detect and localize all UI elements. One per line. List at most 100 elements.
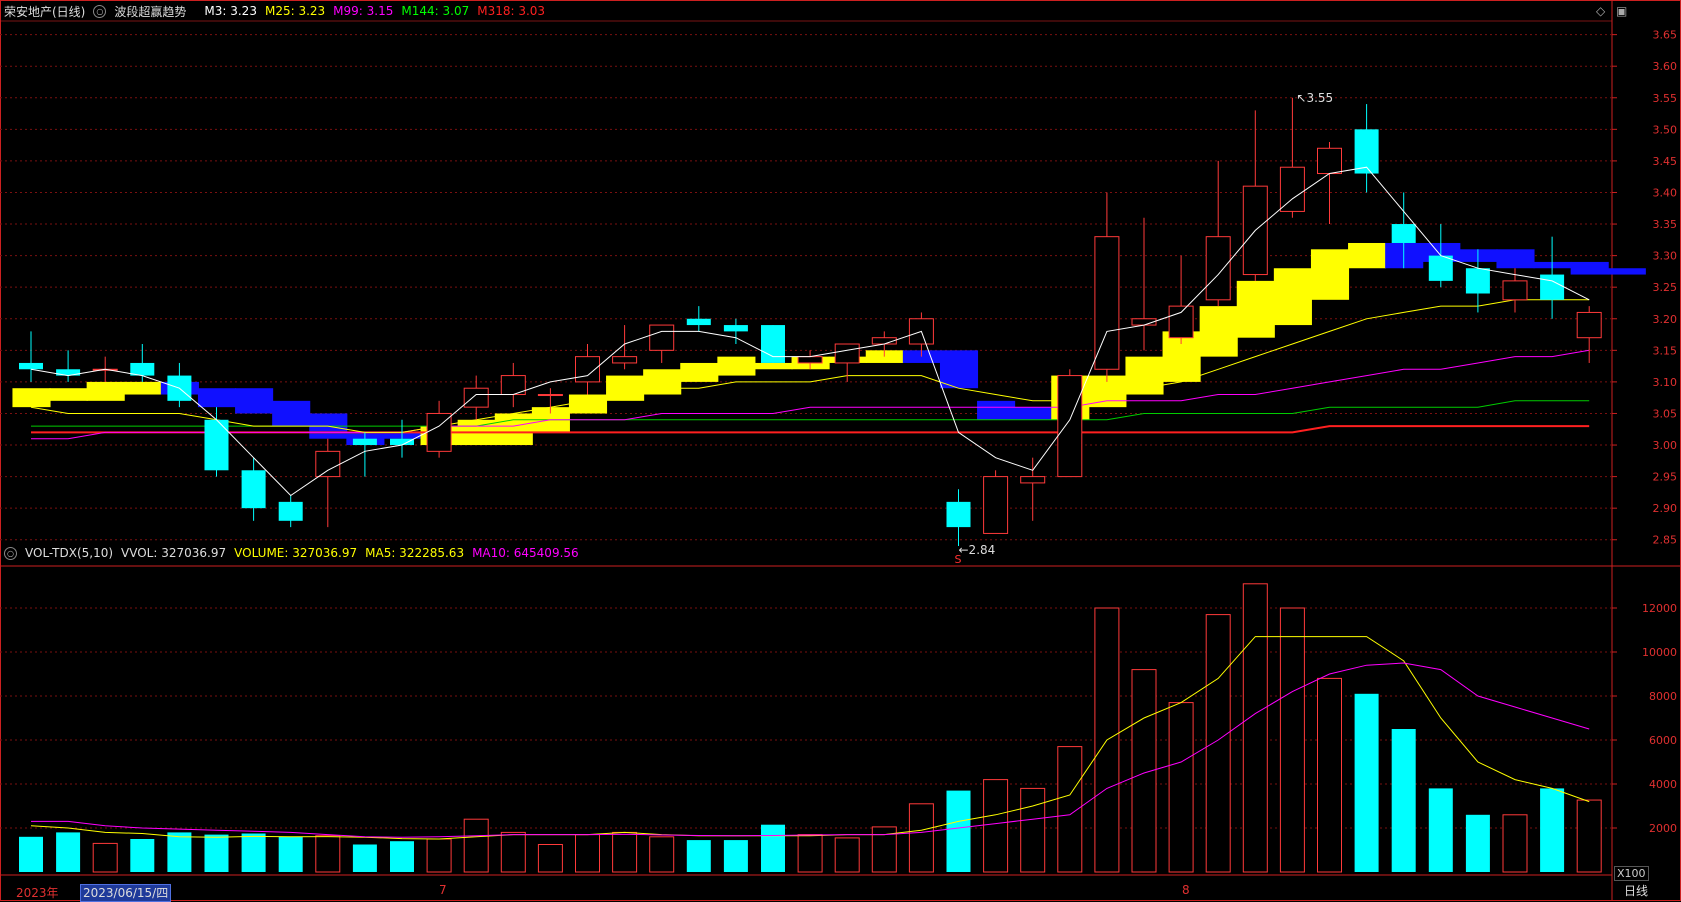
candle-body: [612, 356, 638, 364]
candle-body: [649, 324, 675, 351]
volume-bar: [500, 831, 526, 873]
volume-bar: [1540, 788, 1565, 872]
volume-bar: [1391, 729, 1416, 872]
volume-bar: [834, 837, 860, 873]
trend-band-segment: [494, 413, 533, 446]
trend-band-segment: [86, 381, 125, 401]
trend-band-segment: [680, 362, 719, 382]
chart-window: 2.85 2.90 2.95 3.00 3.05 3.10 3.15 3.20 3.25 3.30…: [0, 0, 1681, 902]
price-tick-label: 3.25: [1653, 281, 1678, 294]
candle-body: [390, 438, 414, 446]
volume-bar: [723, 840, 748, 872]
sell-signal-marker: S: [955, 553, 962, 566]
candle-body: [463, 387, 489, 408]
candle-body: [19, 362, 43, 370]
legend-m99: M99: 3.15: [333, 4, 394, 18]
price-tick-label: 3.65: [1653, 29, 1678, 42]
trend-band-segment: [1496, 249, 1535, 269]
volume-tick-label: 8000: [1649, 690, 1677, 703]
price-tick-label: 3.45: [1653, 155, 1678, 168]
trend-band-segment: [197, 388, 237, 408]
indicator-name[interactable]: 波段超赢趋势: [114, 3, 186, 20]
candle-body: [1168, 305, 1194, 339]
circle-icon[interactable]: ○: [93, 4, 107, 18]
candle-body: [1020, 476, 1046, 484]
chart-canvas[interactable]: 2.85 2.90 2.95 3.00 3.05 3.10 3.15 3.20 3.25 3.30…: [0, 0, 1681, 901]
volume-bar: [204, 834, 229, 872]
candle-body: [983, 476, 1009, 534]
stock-title[interactable]: 荣安地产(日线): [4, 3, 85, 20]
legend-ma10: MA10: 645409.56: [472, 546, 579, 560]
volume-bar: [1242, 583, 1268, 873]
price-tick-label: 2.90: [1653, 502, 1678, 515]
price-tick-label: 3.40: [1653, 186, 1678, 199]
volume-bar: [612, 831, 638, 873]
volume-tick-label: 4000: [1649, 778, 1677, 791]
trend-band-segment: [1236, 280, 1275, 338]
candle-body: [946, 501, 971, 528]
legend-m318: M318: 3.03: [477, 4, 546, 18]
price-tick-label: 3.20: [1653, 313, 1678, 326]
trend-band-segment: [1014, 407, 1053, 420]
vol-header: ○ VOL-TDX(5,10) VVOL: 327036.97 VOLUME: …: [4, 543, 587, 563]
trend-band-segment: [1125, 356, 1164, 395]
vol-indicator-name[interactable]: VOL-TDX(5,10): [25, 546, 113, 560]
candle-body: [1205, 236, 1231, 301]
trend-band-segment: [977, 400, 1016, 420]
volume-bar: [946, 790, 971, 872]
legend-m144: M144: 3.07: [401, 4, 470, 18]
year-label: 2023年: [16, 886, 59, 900]
price-tick-label: 3.15: [1653, 344, 1678, 357]
candle-body: [278, 501, 303, 521]
month-label-7: 7: [439, 883, 447, 897]
candle-body: [797, 356, 823, 364]
trend-band-segment: [1348, 242, 1387, 269]
volume-bar: [1428, 788, 1453, 872]
trend-band-segment: [123, 381, 162, 395]
trend-band-segment: [1273, 268, 1312, 326]
candle-body: [537, 394, 563, 397]
trend-band-segment: [1199, 306, 1238, 357]
legend-ma5: MA5: 322285.63: [365, 546, 465, 560]
volume-bar: [1465, 814, 1490, 872]
volume-bar: [19, 836, 43, 872]
volume-bar: [130, 839, 155, 872]
volume-bar: [1205, 614, 1231, 873]
candle-body: [1317, 147, 1342, 175]
candle-body: [761, 325, 785, 363]
volume-bar: [1317, 677, 1342, 873]
period-label[interactable]: 日线: [1624, 882, 1648, 899]
volume-bar: [56, 832, 81, 872]
price-tick-label: 3.00: [1653, 439, 1678, 452]
circle-icon[interactable]: ○: [4, 546, 17, 560]
price-tick-label: 3.60: [1653, 60, 1678, 73]
legend-vvol: VVOL: 327036.97: [121, 546, 227, 560]
volume-tick-label: 2000: [1649, 822, 1677, 835]
volume-bar: [797, 834, 823, 873]
trend-band-segment: [12, 388, 51, 408]
legend-m3: M3: 3.23: [204, 4, 257, 18]
volume-bar: [1279, 607, 1305, 873]
legend-volume: VOLUME: 327036.97: [234, 546, 358, 560]
volume-bar: [908, 803, 934, 873]
price-tick-label: 3.55: [1653, 92, 1678, 105]
restore-icon[interactable]: ▣: [1616, 4, 1627, 18]
selected-date: 2023/06/15/四: [80, 884, 172, 902]
candle-body: [315, 450, 341, 478]
diamond-icon[interactable]: ◇: [1596, 4, 1605, 18]
volume-bar: [649, 836, 675, 873]
candle-body: [723, 325, 748, 332]
trend-band-segment: [1162, 331, 1201, 382]
candle-body: [1428, 255, 1453, 281]
volume-bar: [537, 844, 563, 873]
trend-band-segment: [1310, 249, 1350, 300]
volume-bar: [426, 838, 452, 873]
volume-bar: [167, 832, 192, 872]
vol-unit-label: X100: [1614, 866, 1649, 881]
volume-bar: [315, 835, 341, 873]
candle-body: [1576, 311, 1602, 339]
volume-tick-label: 10000: [1642, 646, 1677, 659]
volume-bar: [1168, 702, 1194, 873]
candle-body: [1279, 166, 1305, 212]
trend-band-segment: [1607, 268, 1646, 275]
